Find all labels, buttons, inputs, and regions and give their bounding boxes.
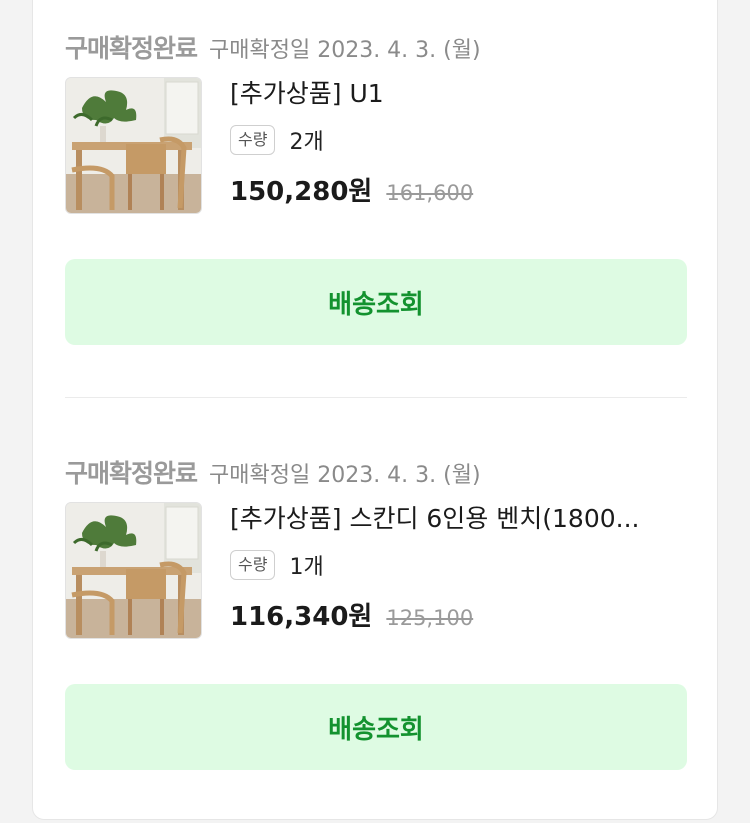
confirm-date: 구매확정일 2023. 4. 3. (월) bbox=[209, 463, 481, 488]
order-status: 구매확정완료 bbox=[65, 459, 198, 488]
quantity-label: 수량 bbox=[230, 550, 276, 580]
order-header: 구매확정완료 구매확정일 2023. 4. 3. (월) bbox=[65, 454, 687, 488]
track-delivery-button[interactable]: 배송조회 bbox=[65, 259, 687, 345]
order-item: 구매확정완료 구매확정일 2023. 4. 3. (월) bbox=[65, 454, 690, 770]
product-row[interactable]: [추가상품] U1 수량 2개 150,280원 161,600 bbox=[65, 77, 690, 214]
product-info: [추가상품] U1 수량 2개 150,280원 161,600 bbox=[230, 77, 690, 208]
product-info: [추가상품] 스칸디 6인용 벤치(1800... 수량 1개 116,340원… bbox=[230, 502, 690, 633]
original-price: 161,600 bbox=[386, 181, 474, 205]
sale-price: 150,280원 bbox=[230, 177, 373, 207]
product-thumbnail[interactable] bbox=[65, 77, 202, 214]
quantity-value: 2개 bbox=[289, 130, 324, 155]
order-list-card: 구매확정완료 구매확정일 2023. 4. 3. (월) [추가상품] U1 수… bbox=[32, 0, 718, 820]
price-row: 150,280원 161,600 bbox=[230, 171, 690, 208]
order-header: 구매확정완료 구매확정일 2023. 4. 3. (월) bbox=[65, 29, 687, 63]
original-price: 125,100 bbox=[386, 606, 474, 630]
product-thumbnail[interactable] bbox=[65, 502, 202, 639]
quantity-label: 수량 bbox=[230, 125, 276, 155]
product-name[interactable]: [추가상품] 스칸디 6인용 벤치(1800... bbox=[230, 502, 690, 536]
sale-price: 116,340원 bbox=[230, 602, 373, 632]
price-row: 116,340원 125,100 bbox=[230, 596, 690, 633]
confirm-date: 구매확정일 2023. 4. 3. (월) bbox=[209, 38, 481, 63]
divider bbox=[65, 397, 687, 398]
quantity-value: 1개 bbox=[289, 555, 324, 580]
order-status: 구매확정완료 bbox=[65, 34, 198, 63]
quantity-row: 수량 1개 bbox=[230, 548, 690, 582]
quantity-row: 수량 2개 bbox=[230, 123, 690, 157]
product-name[interactable]: [추가상품] U1 bbox=[230, 77, 690, 111]
order-item: 구매확정완료 구매확정일 2023. 4. 3. (월) bbox=[65, 29, 690, 345]
product-row[interactable]: [추가상품] 스칸디 6인용 벤치(1800... 수량 1개 116,340원… bbox=[65, 502, 690, 639]
track-delivery-button[interactable]: 배송조회 bbox=[65, 684, 687, 770]
